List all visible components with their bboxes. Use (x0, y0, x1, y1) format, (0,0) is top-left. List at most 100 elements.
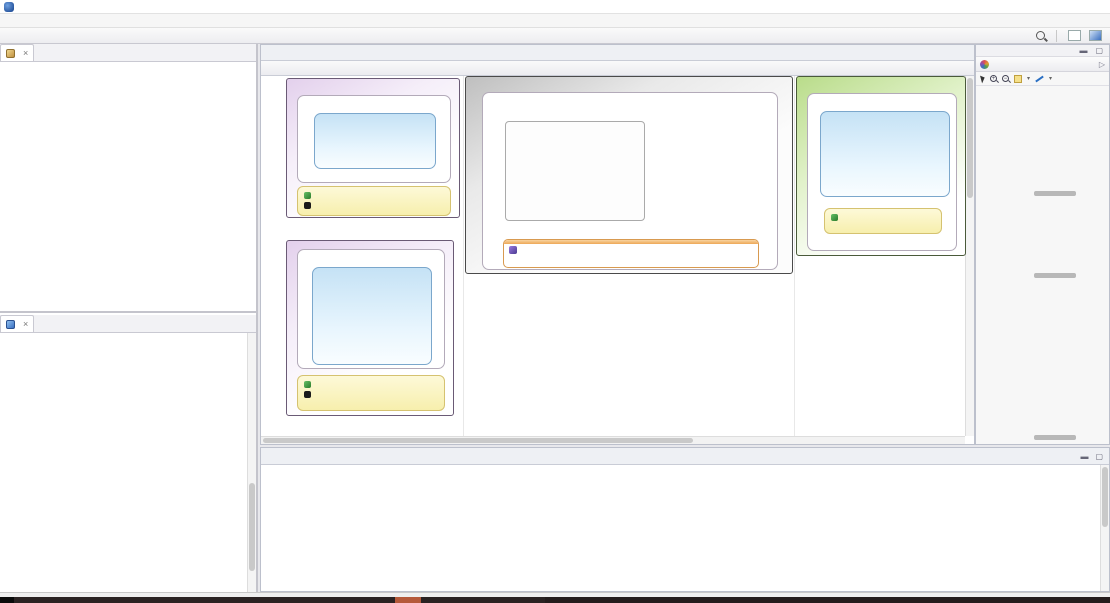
section-options[interactable] (824, 208, 942, 234)
title-bar (0, 0, 1110, 14)
node-title (298, 250, 444, 254)
section-title (797, 77, 965, 79)
maximize-icon[interactable]: ▢ (1095, 452, 1103, 461)
input-data-section-2[interactable] (286, 240, 454, 416)
main-toolbar (0, 28, 1110, 44)
taskbar-start-segment[interactable] (0, 597, 14, 603)
palette-scroll-thumb[interactable] (1034, 273, 1076, 278)
section-options[interactable] (297, 375, 445, 411)
project-explorer-tabbar: × (0, 44, 256, 62)
process-icon (304, 381, 311, 388)
connection-tool-icon[interactable] (1035, 75, 1044, 82)
editor-area (260, 44, 975, 445)
page-guide (794, 76, 795, 444)
project-explorer-view: × (0, 44, 256, 313)
search-icon[interactable] (1036, 31, 1045, 40)
windows-taskbar[interactable] (0, 597, 1110, 603)
process-icon (304, 192, 311, 199)
toolbar-separator (1056, 30, 1057, 42)
palette-minmax: ▬ ▢ (976, 45, 1109, 57)
alias-option (298, 200, 450, 210)
node-title (808, 94, 956, 98)
join-condition-expression[interactable] (504, 244, 758, 256)
section-title (287, 79, 459, 81)
field-list (505, 121, 645, 221)
join-condition[interactable] (503, 239, 759, 268)
zoom-out-icon[interactable]: − (1002, 75, 1009, 82)
tab-project-explorer[interactable]: × (0, 44, 34, 61)
scrollbar[interactable] (261, 436, 965, 444)
scrollbar-thumb[interactable] (249, 483, 255, 571)
console-tabbar: ▬ ▢ (261, 448, 1109, 465)
scrollbar[interactable] (247, 333, 256, 592)
scrollbar-thumb[interactable] (1102, 467, 1108, 527)
alias-icon (304, 391, 311, 398)
process-option (825, 212, 941, 222)
palette-header[interactable]: ▷ (976, 57, 1109, 72)
process-option (298, 379, 444, 389)
scrollbar[interactable] (1100, 465, 1109, 591)
page-guide (463, 76, 464, 444)
taskbar-active-app-segment[interactable] (395, 597, 421, 603)
project-explorer-tree (0, 62, 256, 311)
input-node-darkshield-csv[interactable] (297, 95, 451, 183)
chevron-down-icon[interactable]: ▾ (1027, 75, 1030, 82)
diagram-canvas[interactable] (261, 76, 974, 444)
select-tool-icon[interactable] (980, 74, 986, 83)
scrollbar[interactable] (965, 76, 974, 436)
tab-data-source-explorer[interactable]: × (0, 315, 34, 332)
alias-icon (304, 202, 311, 209)
section-title (466, 77, 792, 79)
output-data-section[interactable] (796, 76, 966, 256)
node-title (298, 96, 450, 100)
field-list (820, 111, 950, 197)
input-data-section[interactable] (286, 78, 460, 218)
menu-bar (0, 14, 1110, 28)
console-panel: ▬ ▢ (260, 447, 1110, 592)
palette-scroll-thumb[interactable] (1034, 191, 1076, 196)
palette-icon (980, 60, 989, 69)
action-section[interactable] (465, 76, 793, 274)
note-tool-icon[interactable] (1014, 75, 1022, 83)
workbench-area: × × (0, 44, 1110, 592)
output-node-address-tsv[interactable] (807, 93, 957, 251)
close-icon[interactable]: × (23, 319, 28, 329)
input-node-scott-account[interactable] (297, 249, 445, 369)
address-tsv-preview[interactable] (261, 465, 1109, 591)
toolbar-right (1036, 30, 1106, 42)
field-list (312, 267, 432, 365)
open-perspective-icon[interactable] (1068, 30, 1081, 41)
left-panel-stack: × × (0, 44, 258, 592)
data-source-explorer-tree (0, 333, 256, 592)
process-icon (831, 214, 838, 221)
diagram-toolbar (261, 61, 974, 76)
palette-scroll-thumb[interactable] (1034, 435, 1076, 440)
minimize-icon[interactable]: ▬ (1080, 452, 1088, 461)
data-source-explorer-icon (6, 320, 15, 329)
palette-tools: + − ▾ ▾ (976, 72, 1109, 86)
process-option (298, 190, 450, 200)
collapse-palette-icon[interactable]: ▷ (1099, 60, 1105, 69)
condition-icon (509, 246, 517, 254)
section-options[interactable] (297, 186, 451, 216)
iri-workbench-window: × × (0, 0, 1110, 603)
project-explorer-icon (6, 49, 15, 58)
palette-view: ▬ ▢ ▷ + − ▾ ▾ (975, 44, 1110, 445)
editor-tabbar (261, 45, 974, 61)
taskbar-segment (545, 597, 1110, 603)
scrollbar-thumb[interactable] (263, 438, 693, 443)
iri-perspective-icon[interactable] (1089, 30, 1102, 41)
console-panel-controls: ▬ ▢ (1080, 452, 1109, 461)
data-source-explorer-tabbar: × (0, 315, 256, 333)
zoom-in-icon[interactable]: + (990, 75, 997, 82)
app-icon (4, 2, 14, 12)
close-icon[interactable]: × (23, 48, 28, 58)
maximize-icon[interactable]: ▢ (1095, 46, 1103, 56)
data-source-explorer-view: × (0, 315, 256, 592)
minimize-icon[interactable]: ▬ (1079, 46, 1087, 56)
field-list (314, 113, 436, 169)
alias-option (298, 389, 444, 399)
scrollbar-thumb[interactable] (967, 78, 973, 198)
chevron-down-icon[interactable]: ▾ (1049, 75, 1052, 82)
join-node[interactable] (482, 92, 778, 270)
